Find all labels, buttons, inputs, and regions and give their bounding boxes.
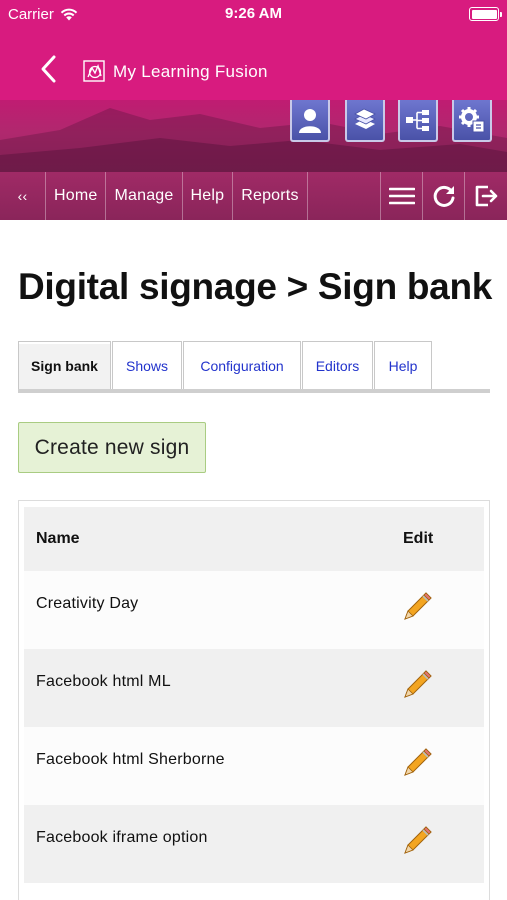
books-icon	[354, 108, 376, 129]
nav-item-reports[interactable]: Reports	[233, 172, 308, 220]
page-title: Digital signage > Sign bank	[18, 266, 493, 307]
sign-name: Creativity Day	[36, 595, 139, 612]
table-row: Facebook html Sherborne	[24, 727, 484, 805]
column-header-edit: Edit	[403, 530, 434, 547]
nav-spacer	[308, 172, 381, 220]
library-button[interactable]	[345, 100, 385, 142]
sign-name: Facebook iframe option	[36, 829, 208, 846]
pencil-icon[interactable]	[399, 823, 435, 859]
tab-sign-bank[interactable]: Sign bank	[18, 341, 111, 389]
structure-button[interactable]	[398, 100, 438, 142]
app-logo-icon	[83, 60, 105, 82]
menu-button[interactable]	[381, 172, 423, 220]
sign-name: Facebook html ML	[36, 673, 171, 690]
column-header-name: Name	[36, 530, 80, 547]
back-button[interactable]	[36, 52, 64, 86]
logout-icon	[475, 185, 498, 207]
create-new-sign-button[interactable]: Create new sign	[18, 422, 206, 473]
sitemap-icon	[406, 110, 429, 131]
tab-editors[interactable]: Editors	[302, 341, 373, 389]
settings-button[interactable]	[452, 100, 492, 142]
banner	[0, 100, 507, 172]
table-row: Facebook iframe option	[24, 805, 484, 883]
battery-icon	[469, 7, 502, 21]
tab-shows[interactable]: Shows	[112, 341, 182, 389]
tab-configuration[interactable]: Configuration	[183, 341, 301, 389]
tab-bar: Sign bank Shows Configuration Editors He…	[18, 341, 490, 393]
pencil-icon[interactable]	[399, 667, 435, 703]
pencil-icon[interactable]	[399, 745, 435, 781]
user-icon	[299, 109, 321, 133]
nav-collapse-button[interactable]: ‹‹	[0, 172, 46, 220]
nav-bar: ‹‹ Home Manage Help Reports	[0, 172, 507, 220]
menu-icon	[388, 187, 415, 205]
sign-name: Facebook html Sherborne	[36, 751, 225, 768]
table-row: Creativity Day	[24, 571, 484, 649]
status-bar: Carrier 9:26 AM	[0, 0, 507, 30]
tab-help[interactable]: Help	[374, 341, 432, 389]
table-header-row: Name Edit	[24, 507, 484, 571]
status-time: 9:26 AM	[225, 5, 282, 22]
refresh-button[interactable]	[423, 172, 465, 220]
pencil-icon[interactable]	[399, 589, 435, 625]
logout-button[interactable]	[465, 172, 507, 220]
table-row: Facebook html ML	[24, 649, 484, 727]
nav-item-home[interactable]: Home	[46, 172, 107, 220]
app-header: My Learning Fusion	[0, 30, 507, 100]
sign-table: Name Edit Creativity Day Facebook html M…	[18, 500, 490, 900]
refresh-icon	[433, 185, 454, 207]
nav-item-manage[interactable]: Manage	[106, 172, 183, 220]
nav-item-help[interactable]: Help	[183, 172, 234, 220]
settings-icon	[459, 107, 485, 133]
app-title: My Learning Fusion	[113, 62, 268, 81]
profile-button[interactable]	[290, 100, 330, 142]
